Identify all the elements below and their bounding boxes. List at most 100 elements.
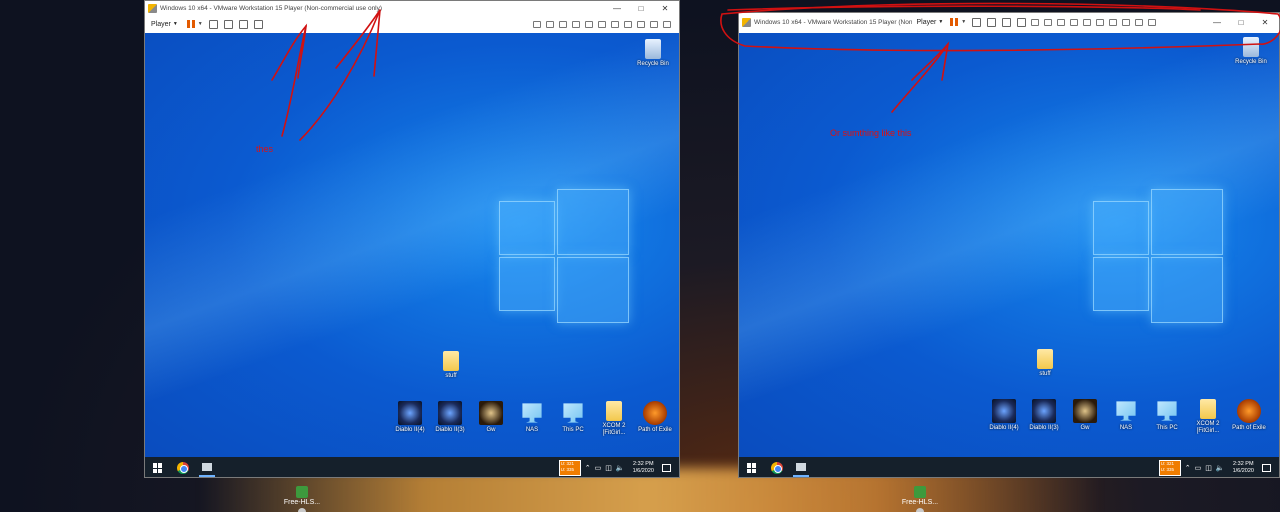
device-icon[interactable] [624, 20, 632, 28]
device-icon[interactable] [1057, 18, 1066, 26]
window-titlebar[interactable]: Windows 10 x64 - VMware Workstation 15 P… [739, 13, 1279, 31]
recycle-bin-icon[interactable]: Recycle Bin [1231, 37, 1271, 66]
device-icon[interactable] [637, 20, 645, 28]
folder-stuff[interactable]: stuff [1025, 349, 1065, 378]
display-icon[interactable]: ▭ [1195, 464, 1202, 472]
device-icon[interactable] [663, 20, 671, 28]
taskbar-app-icon[interactable] [199, 459, 215, 477]
device-icon[interactable] [650, 20, 658, 28]
device-icon[interactable] [559, 20, 567, 28]
send-ctrl-alt-del-icon[interactable] [208, 19, 218, 29]
player-menu[interactable]: Player ▼ [916, 19, 943, 26]
removable-devices-icon[interactable] [987, 17, 997, 27]
windows-logo [1093, 189, 1223, 323]
chrome-icon[interactable] [177, 462, 189, 474]
meter-line-2: U: 335 [1160, 467, 1174, 472]
device-icon[interactable] [1122, 18, 1131, 26]
notification-icon[interactable] [1262, 464, 1271, 472]
unity-icon[interactable] [1002, 17, 1012, 27]
desktop-icon-diablo4[interactable]: Diablo II(4) [984, 399, 1024, 432]
recycle-bin-label: Recycle Bin [1235, 59, 1267, 65]
notification-icon[interactable] [662, 464, 671, 472]
guest-desktop[interactable]: Recycle Bin stuff Diablo II(4) Diablo II… [145, 33, 679, 457]
desktop-icon-xcom2[interactable]: XCOM 2 [FitGirl... [1188, 399, 1228, 435]
window-titlebar[interactable]: Windows 10 x64 - VMware Workstation 15 P… [145, 1, 679, 15]
network-meter[interactable]: U: 321 U: 335 [558, 460, 581, 476]
removable-devices-icon[interactable] [223, 19, 233, 29]
minimize-button[interactable]: — [605, 1, 629, 15]
display-icon[interactable]: ▭ [595, 464, 602, 472]
device-icon[interactable] [585, 20, 593, 28]
volume-icon[interactable]: 🔈 [616, 464, 625, 472]
close-button[interactable]: ✕ [653, 1, 677, 15]
full-screen-icon[interactable] [1017, 17, 1027, 27]
unity-icon[interactable] [238, 19, 248, 29]
desktop-icon-this-pc[interactable]: This PC [553, 401, 593, 434]
maximize-button[interactable]: □ [629, 1, 653, 15]
network-icon[interactable]: ◫ [1205, 464, 1212, 472]
device-icon[interactable] [572, 20, 580, 28]
recycle-bin-icon[interactable]: Recycle Bin [633, 39, 673, 68]
chevron-up-icon[interactable]: ⌃ [585, 464, 591, 472]
network-meter[interactable]: U: 321 U: 335 [1158, 460, 1181, 476]
folder-icon [1200, 399, 1216, 419]
desktop-icon-this-pc[interactable]: This PC [1147, 399, 1187, 432]
device-icon[interactable] [1044, 18, 1053, 26]
desktop-icon-gw[interactable]: Gw [471, 401, 511, 434]
taskbar-clock[interactable]: 2:32 PM 1/6/2020 [633, 461, 654, 475]
pause-icon[interactable] [186, 18, 196, 30]
diablo-icon [398, 401, 422, 425]
desktop-icon-nas[interactable]: NAS [512, 401, 552, 434]
network-drive-icon [522, 403, 542, 423]
vmware-window-right: Windows 10 x64 - VMware Workstation 15 P… [738, 12, 1280, 478]
chevron-down-icon[interactable]: ▼ [198, 21, 203, 27]
network-icon[interactable]: ◫ [605, 464, 612, 472]
device-icon[interactable] [1135, 18, 1144, 26]
desktop-icon-xcom2[interactable]: XCOM 2 [FitGirl... [594, 401, 634, 437]
host-desktop-icon[interactable]: Free-HLS... [278, 486, 326, 512]
volume-icon[interactable]: 🔈 [1216, 464, 1225, 472]
desktop-icon-poe[interactable]: Path of Exile [1229, 399, 1269, 432]
chevron-up-icon[interactable]: ⌃ [1185, 464, 1191, 472]
desktop-icon-diablo3[interactable]: Diablo II(3) [430, 401, 470, 434]
folder-stuff[interactable]: stuff [431, 351, 471, 380]
device-icon[interactable] [1031, 18, 1040, 26]
device-icon[interactable] [1148, 18, 1157, 26]
icon-label: Diablo II(3) [1029, 425, 1059, 431]
desktop-icon-diablo4[interactable]: Diablo II(4) [390, 401, 430, 434]
device-icon[interactable] [598, 20, 606, 28]
close-button[interactable]: ✕ [1253, 13, 1277, 31]
minimize-button[interactable]: — [1205, 13, 1229, 31]
guest-desktop[interactable]: Recycle Bin stuff Diablo II(4) Diablo II… [739, 33, 1279, 457]
player-menu[interactable]: Player ▼ [151, 21, 178, 28]
device-icon[interactable] [1083, 18, 1092, 26]
start-icon[interactable] [747, 463, 757, 473]
device-icon[interactable] [1096, 18, 1105, 26]
desktop-icon-nas[interactable]: NAS [1106, 399, 1146, 432]
diablo-icon [992, 399, 1016, 423]
device-icon[interactable] [533, 20, 541, 28]
shortcut-icon [916, 508, 924, 512]
guest-taskbar: U: 321 U: 335 ⌃ ▭ ◫ 🔈 2:32 PM 1/6/2020 [739, 457, 1279, 477]
taskbar-clock[interactable]: 2:32 PM 1/6/2020 [1233, 461, 1254, 475]
host-desktop-icon-right[interactable]: Free-HLS... [896, 486, 944, 512]
chevron-down-icon[interactable]: ▼ [961, 19, 966, 25]
chrome-icon[interactable] [771, 462, 783, 474]
desktop-icon-gw[interactable]: Gw [1065, 399, 1105, 432]
desktop-icon-diablo3[interactable]: Diablo II(3) [1024, 399, 1064, 432]
clock-time: 2:32 PM [633, 461, 654, 467]
host-icon-label: Free-HLS... [283, 499, 321, 506]
device-icon[interactable] [1109, 18, 1118, 26]
pause-icon[interactable] [949, 16, 959, 28]
device-icon[interactable] [546, 20, 554, 28]
taskbar-app-icon[interactable] [793, 459, 809, 477]
desktop-icon-poe[interactable]: Path of Exile [635, 401, 675, 434]
maximize-button[interactable]: □ [1229, 13, 1253, 31]
start-icon[interactable] [153, 463, 163, 473]
full-screen-icon[interactable] [253, 19, 263, 29]
icon-label: Path of Exile [638, 427, 672, 433]
device-icon[interactable] [1070, 18, 1079, 26]
device-icon[interactable] [611, 20, 619, 28]
app-icon [914, 486, 926, 498]
send-ctrl-alt-del-icon[interactable] [972, 17, 982, 27]
